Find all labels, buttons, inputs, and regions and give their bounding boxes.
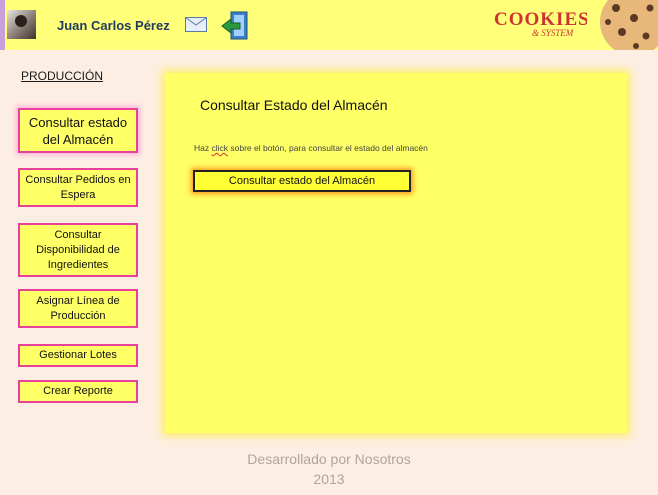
mail-icon[interactable] — [185, 17, 207, 32]
footer-credit: Desarrollado por Nosotros — [247, 451, 411, 467]
logo-text: COOKIES — [494, 9, 587, 30]
sidebar-item-disponibilidad-ingredientes[interactable]: Consultar Disponibilidad de Ingredientes — [18, 223, 138, 277]
consultar-almacen-button[interactable]: Consultar estado del Almacén — [193, 170, 411, 192]
footer: Desarrollado por Nosotros 2013 — [0, 449, 658, 489]
logo-subtext: & SYSTEM — [532, 28, 574, 38]
header-accent-strip — [0, 0, 5, 50]
section-title: PRODUCCIÓN — [21, 69, 104, 83]
instruction-pre: Haz — [194, 143, 212, 153]
sidebar-item-crear-reporte[interactable]: Crear Reporte — [18, 380, 138, 403]
instruction-text: Haz click sobre el botón, para consultar… — [194, 143, 428, 153]
footer-year: 2013 — [313, 471, 345, 487]
sidebar-item-gestionar-lotes[interactable]: Gestionar Lotes — [18, 344, 138, 367]
cookies-system-logo: COOKIES & SYSTEM — [494, 9, 587, 38]
instruction-post: sobre el botón, para consultar el estado… — [228, 143, 428, 153]
instruction-word: click — [211, 143, 229, 153]
header-bar: Juan Carlos Pérez COOKIES & SYSTEM — [0, 0, 658, 50]
cookie-image — [600, 0, 658, 50]
sidebar-item-pedidos-espera[interactable]: Consultar Pedidos en Espera — [18, 168, 138, 207]
user-name: Juan Carlos Pérez — [57, 18, 170, 33]
logout-icon[interactable] — [220, 10, 252, 42]
page-title: Consultar Estado del Almacén — [200, 97, 388, 113]
avatar — [7, 10, 36, 39]
sidebar-item-consultar-almacen[interactable]: Consultar estado del Almacén — [18, 108, 138, 153]
main-panel: Consultar Estado del Almacén Haz click s… — [165, 73, 627, 433]
sidebar-item-asignar-linea[interactable]: Asignar Línea de Producción — [18, 289, 138, 328]
